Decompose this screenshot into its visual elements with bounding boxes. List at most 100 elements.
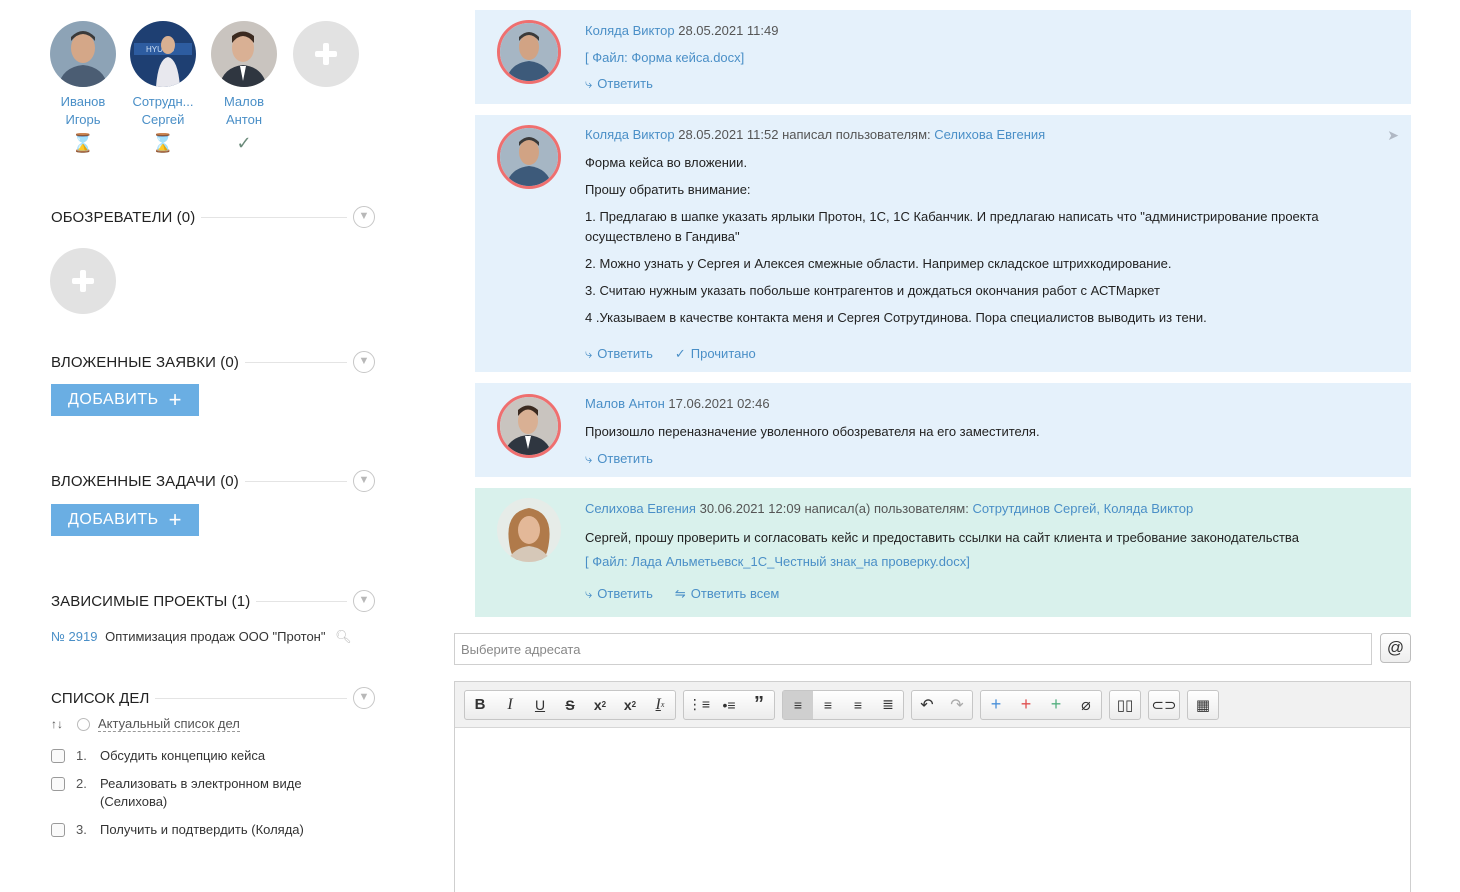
message-line: Форма кейса во вложении. [585,155,748,170]
align-center-icon[interactable]: ≡ [813,691,843,719]
section-title: ОБОЗРЕВАТЕЛИ (0) [51,208,202,226]
link-icon[interactable]: ⊂⊃ [1149,691,1179,719]
message-header: Коляда Виктор 28.05.2021 11:52 написал п… [585,126,1391,144]
attachment-link[interactable]: [ Файл: Лада Альметьевск_1С_Честный знак… [585,554,1391,569]
current-list-label[interactable]: Актуальный список дел [98,716,240,732]
avatar[interactable] [497,498,561,562]
align-right-icon[interactable]: ≡ [843,691,873,719]
section-title: ВЛОЖЕННЫЕ ЗАДАЧИ (0) [51,472,245,490]
author-link[interactable]: Малов Антон [585,396,665,411]
underline-button[interactable]: U [525,691,555,719]
avatar[interactable] [497,125,561,189]
message-datetime: 28.05.2021 11:49 [678,23,779,38]
participant-malov[interactable]: Малов Антон ✓ [204,21,284,153]
collapse-toggle-icon[interactable]: ▼ [353,590,375,612]
author-link[interactable]: Коляда Виктор [585,127,675,142]
dependent-project-link[interactable]: № 2919 Оптимизация продаж ООО "Протон" 🔍… [51,629,352,645]
avatar[interactable] [497,20,561,84]
add-blue-icon[interactable]: + [981,691,1011,719]
list-item[interactable]: 2. Реализовать в электронном виде (Селих… [51,775,351,811]
add-participant-button[interactable] [293,21,359,87]
bullet-list-icon[interactable]: •≡ [714,691,744,719]
collapse-toggle-icon[interactable]: ▼ [353,351,375,373]
todo-number: 3. [76,822,87,837]
bold-button[interactable]: B [465,691,495,719]
todo-list-selector[interactable]: ↑↓ Актуальный список дел [51,716,240,732]
attachment-link[interactable]: [ Файл: Форма кейса.docx] [585,50,1391,65]
project-title[interactable]: Оптимизация продаж ООО "Протон" [105,629,325,644]
template-group: ▦ [1187,689,1219,720]
todo-checkbox[interactable] [51,777,65,791]
redo-icon[interactable]: ↷ [942,691,972,719]
add-reviewer-button[interactable] [50,248,116,314]
participant-name: Иванов Игорь [60,94,106,127]
search-icon[interactable]: 🔍︎ [335,629,352,644]
wrote-to-label: написал(а) пользователям: [804,501,969,516]
message-header: Малов Антон 17.06.2021 02:46 [585,395,1391,413]
collapse-toggle-icon[interactable]: ▼ [353,470,375,492]
recipient-link[interactable]: Сотрутдинов Сергей, Коляда Виктор [972,501,1193,516]
participant-name: Сотрудн... Сергей [132,94,194,127]
add-red-icon[interactable]: + [1011,691,1041,719]
list-item[interactable]: 3. Получить и подтвердить (Коляда) [51,821,351,839]
message-editor[interactable]: B I U S x2 x2 Ix ⋮≡ •≡ ” ≡ ≡ ≡ ≣ ↶ ↷ + +… [454,681,1411,892]
collapse-toggle-icon[interactable]: ▼ [353,206,375,228]
message-body: Малов Антон 17.06.2021 02:46 Произошло п… [585,395,1391,468]
numbered-list-icon[interactable]: ⋮≡ [684,691,714,719]
strikethrough-button[interactable]: S [555,691,585,719]
reply-button[interactable]: ⤷ Ответить [585,585,653,603]
link-group: ⊂⊃ [1148,689,1180,720]
wrote-to-label: написал пользователям: [782,127,931,142]
attach-paperclip-icon[interactable]: ⌀ [1071,691,1101,719]
book-icon[interactable]: ▯▯ [1110,691,1140,719]
reply-icon: ⤷ [585,76,593,91]
list-group: ⋮≡ •≡ ” [683,689,775,720]
participant-sergey[interactable]: HYUND Сотрудн... Сергей ⌛ [123,21,203,153]
history-group: ↶ ↷ [911,689,973,720]
mark-read-button[interactable]: ✓ Прочитано [675,345,756,363]
add-request-button[interactable]: ДОБАВИТЬ + [51,384,199,416]
remove-format-button[interactable]: Ix [645,691,675,719]
avatar [211,21,277,87]
message-text: Сергей, прошу проверить и согласовать ке… [585,530,1299,545]
divider [244,361,347,363]
format-group: B I U S x2 x2 Ix [464,689,676,720]
todo-text: Получить и подтвердить (Коляда) [100,822,304,837]
divider [155,697,347,699]
message-card: ➤ Коляда Виктор 28.05.2021 11:52 написал… [475,115,1411,372]
author-link[interactable]: Селихова Евгения [585,501,696,516]
collapse-toggle-icon[interactable]: ▼ [353,687,375,709]
superscript-button[interactable]: x2 [615,691,645,719]
align-left-icon[interactable]: ≡ [783,690,813,719]
avatar[interactable] [497,394,561,458]
add-green-icon[interactable]: + [1041,691,1071,719]
section-title: ВЛОЖЕННЫЕ ЗАЯВКИ (0) [51,353,245,371]
add-task-button[interactable]: ДОБАВИТЬ + [51,504,199,536]
undo-icon[interactable]: ↶ [912,691,942,719]
participant-ivanov[interactable]: Иванов Игорь ⌛ [43,21,123,153]
template-icon[interactable]: ▦ [1188,691,1218,719]
message-text: Форма кейса во вложении. Прошу обратить … [585,153,1391,328]
italic-button[interactable]: I [495,691,525,719]
reply-button[interactable]: ⤷ Ответить [585,75,653,93]
blockquote-icon[interactable]: ” [744,691,774,719]
mention-button[interactable]: @ [1380,633,1411,663]
todo-checkbox[interactable] [51,823,65,837]
recipient-input[interactable] [454,633,1372,665]
recipient-link[interactable]: Селихова Евгения [934,127,1045,142]
align-justify-icon[interactable]: ≣ [873,691,903,719]
todo-checkbox[interactable] [51,749,65,763]
reply-button[interactable]: ⤷ Ответить [585,345,653,363]
list-item[interactable]: 1. Обсудить концепцию кейса [51,747,351,765]
sort-icon[interactable]: ↑↓ [51,717,63,731]
insert-group: + + + ⌀ [980,689,1102,720]
reply-button[interactable]: ⤷ Ответить [585,450,653,468]
avatar: HYUND [130,21,196,87]
project-number[interactable]: № 2919 [51,629,97,644]
author-link[interactable]: Коляда Виктор [585,23,675,38]
reply-all-button[interactable]: ⇋ Ответить всем [675,585,780,603]
nested-tasks-section-header: ВЛОЖЕННЫЕ ЗАДАЧИ (0) ▼ [51,470,375,492]
message-header: Коляда Виктор 28.05.2021 11:49 [585,22,1391,40]
divider [244,480,347,482]
subscript-button[interactable]: x2 [585,691,615,719]
